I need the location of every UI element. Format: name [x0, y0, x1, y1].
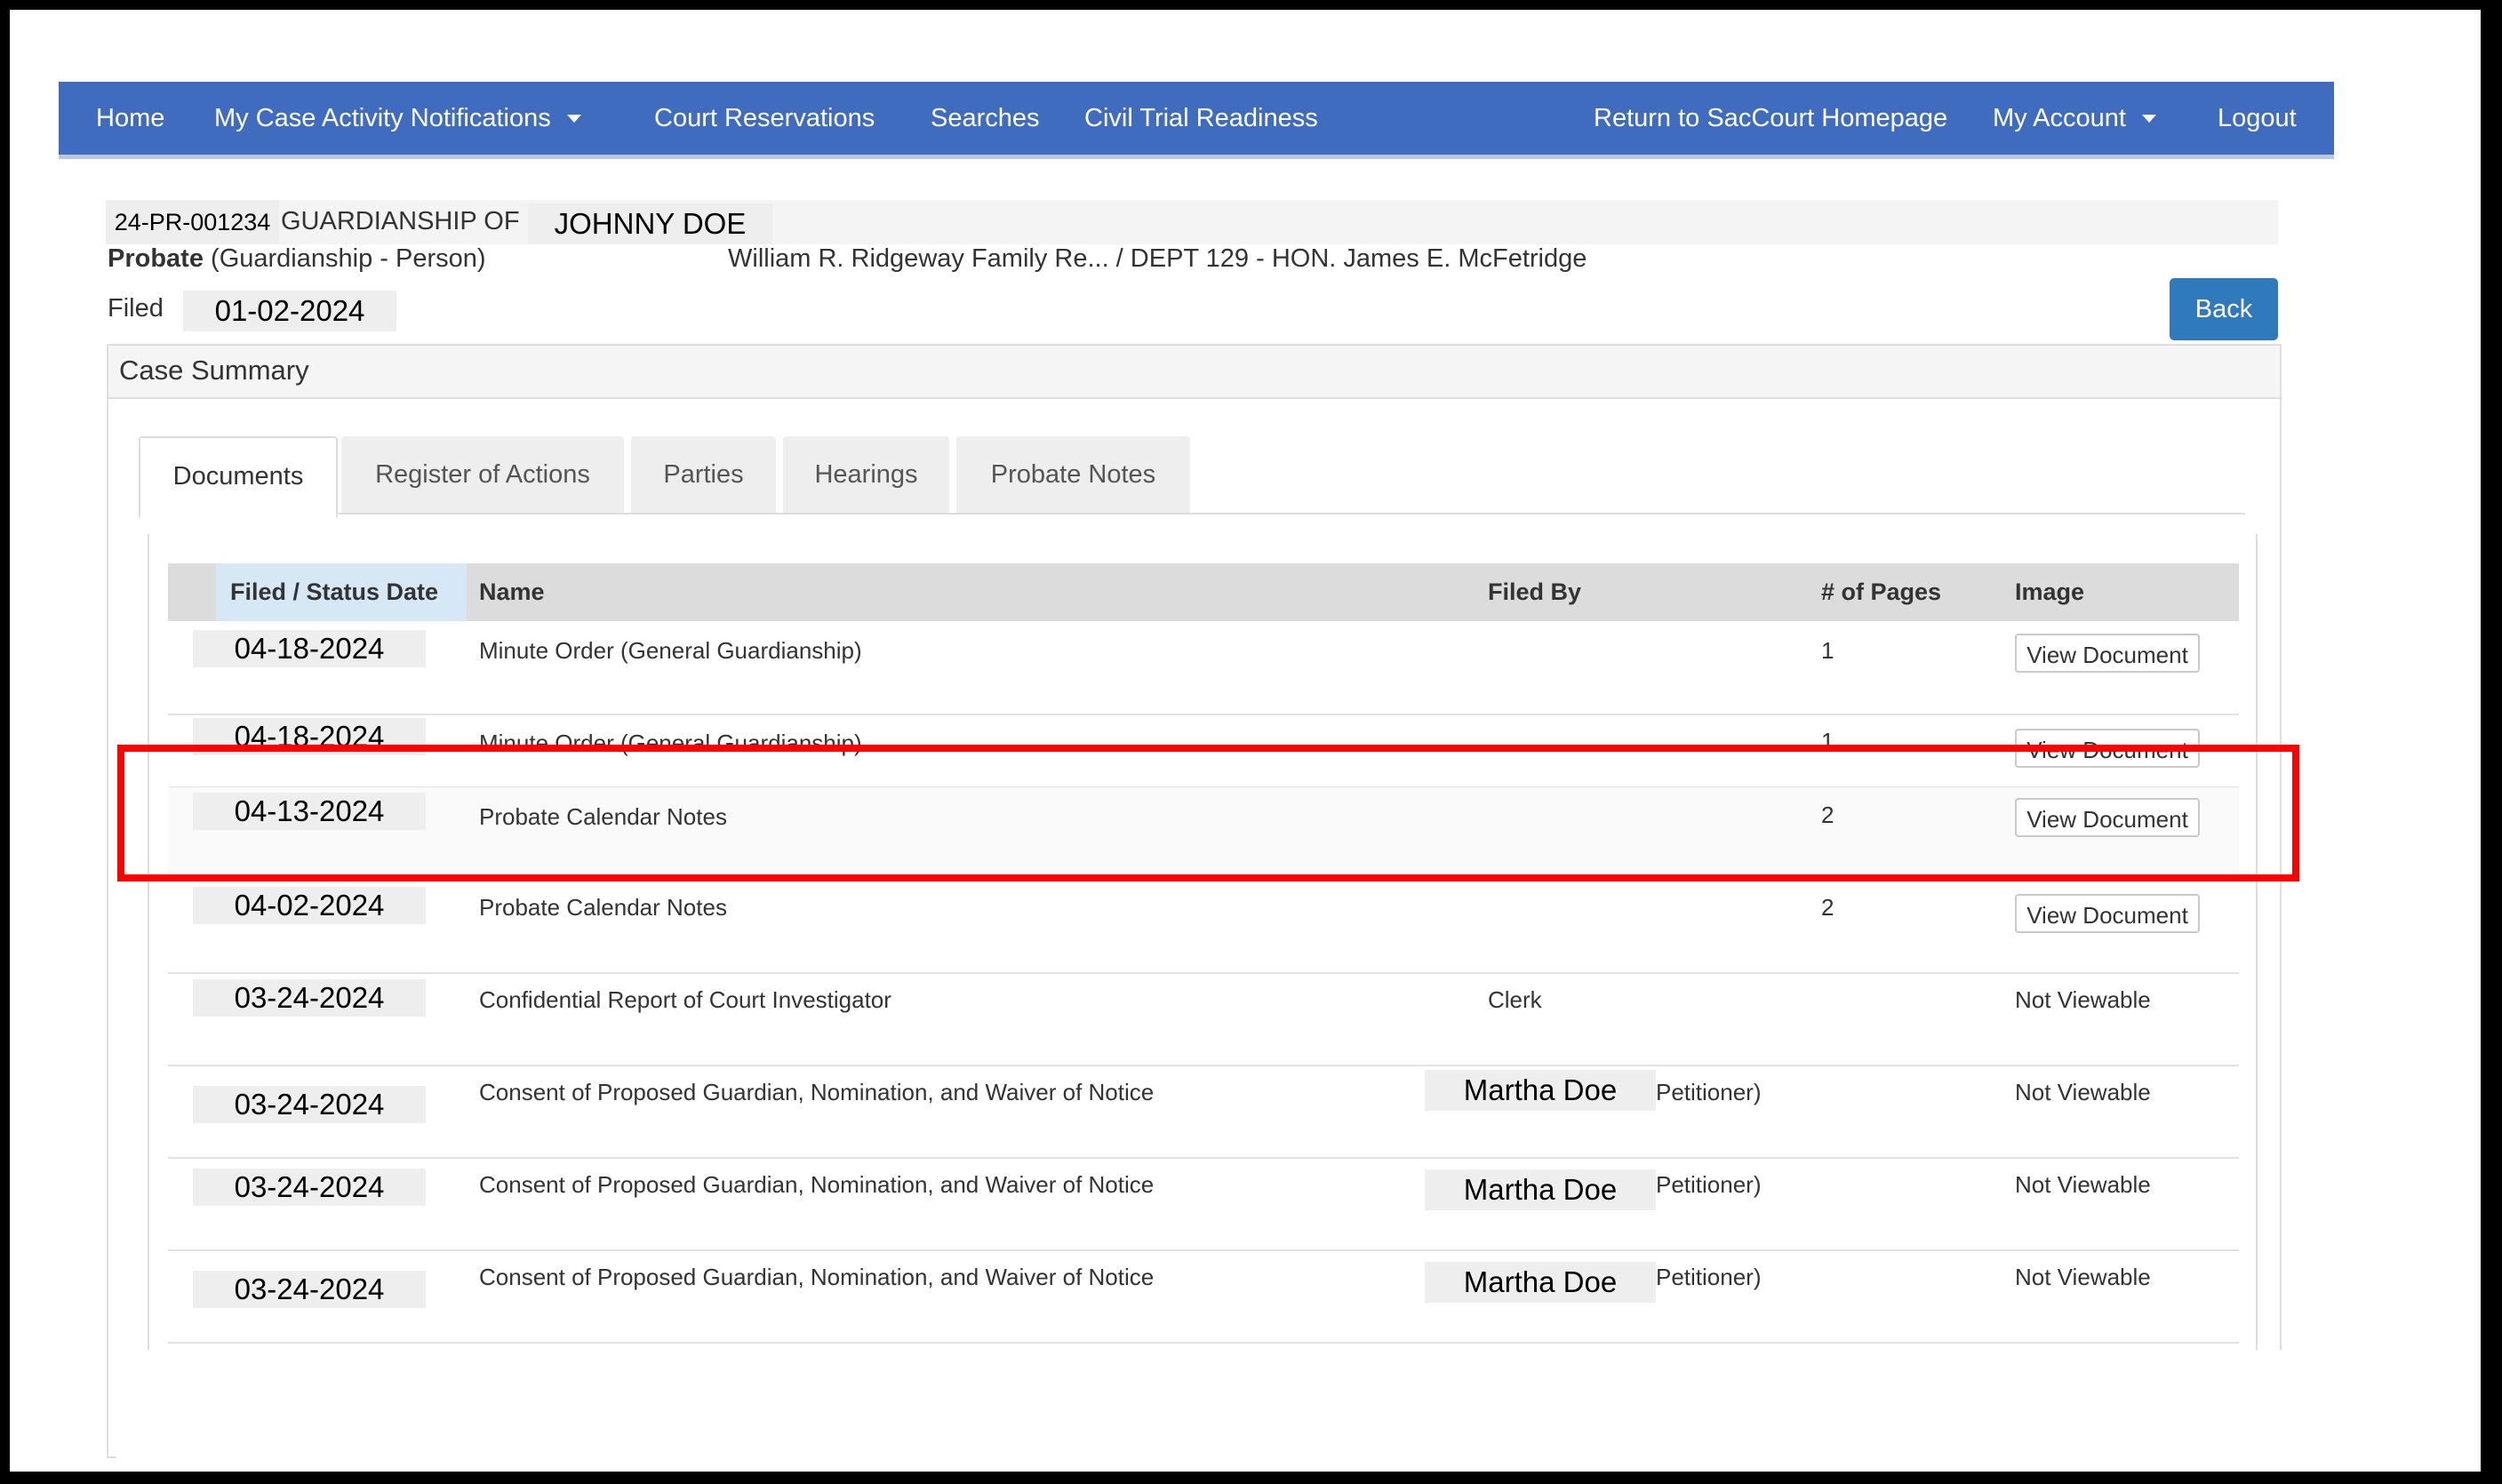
- row-image-status: Not Viewable: [2015, 986, 2151, 1013]
- column-header-name[interactable]: Name: [479, 563, 545, 621]
- row-filed-by-role: Petitioner): [1656, 1171, 1762, 1198]
- view-document-button[interactable]: View Document: [2015, 894, 2200, 933]
- row-date: 03-24-2024: [193, 979, 426, 1017]
- row-filed-by: Martha Doe: [1425, 1262, 1656, 1303]
- row-filed-by: Clerk: [1488, 986, 1542, 1013]
- case-type-detail: (Guardianship - Person): [211, 244, 486, 273]
- row-image-status: Not Viewable: [2015, 1171, 2151, 1198]
- row-document-name: Consent of Proposed Guardian, Nomination…: [479, 1264, 1155, 1290]
- nav-court-reservations-link[interactable]: Court Reservations: [654, 82, 875, 155]
- row-date: 03-24-2024: [193, 1271, 426, 1308]
- row-image-status: Not Viewable: [2015, 1264, 2151, 1290]
- case-type: Probate (Guardianship - Person): [108, 244, 486, 274]
- row-date: 03-24-2024: [193, 1086, 426, 1123]
- case-title-prefix: GUARDIANSHIP OF: [281, 207, 520, 235]
- page-frame: Home My Case Activity Notifications Cour…: [10, 10, 2481, 1472]
- case-number: 24-PR-001234: [106, 200, 279, 244]
- chevron-down-icon: [2141, 115, 2156, 123]
- filed-label: Filed: [108, 294, 164, 323]
- top-navbar: Home My Case Activity Notifications Cour…: [59, 82, 2334, 159]
- row-date: 03-24-2024: [193, 1169, 426, 1206]
- tab-register-of-actions[interactable]: Register of Actions: [341, 436, 624, 513]
- row-date: 04-18-2024: [193, 630, 426, 667]
- column-header-filed-by[interactable]: Filed By: [1488, 563, 1581, 621]
- table-row: 03-24-2024 Consent of Proposed Guardian,…: [168, 1157, 2239, 1251]
- nav-logout-link[interactable]: Logout: [2218, 82, 2297, 155]
- row-pages: 1: [1821, 637, 1835, 664]
- case-location: William R. Ridgeway Family Re... / DEPT …: [728, 244, 1587, 273]
- annotation-highlight-box: [117, 745, 2299, 882]
- column-header-pages[interactable]: # of Pages: [1821, 563, 1941, 621]
- cropped-area: [116, 1350, 2303, 1472]
- row-filed-by: Martha Doe: [1425, 1070, 1656, 1111]
- table-row: 03-24-2024 Confidential Report of Court …: [168, 972, 2239, 1066]
- tab-hearings[interactable]: Hearings: [783, 436, 949, 513]
- case-type-bold: Probate: [108, 244, 204, 273]
- row-pages: 2: [1821, 894, 1835, 921]
- table-row: 04-18-2024 Minute Order (General Guardia…: [168, 623, 2239, 715]
- nav-civil-trial-readiness-link[interactable]: Civil Trial Readiness: [1084, 82, 1318, 155]
- table-row: 03-24-2024 Consent of Proposed Guardian,…: [168, 1249, 2239, 1344]
- nav-searches-link[interactable]: Searches: [931, 82, 1040, 155]
- chevron-down-icon: [566, 115, 581, 123]
- tab-documents[interactable]: Documents: [139, 436, 338, 518]
- row-image-status: Not Viewable: [2015, 1079, 2151, 1105]
- view-document-button[interactable]: View Document: [2015, 634, 2200, 673]
- filed-date: 01-02-2024: [183, 291, 396, 331]
- nav-notifications-dropdown[interactable]: My Case Activity Notifications: [214, 82, 581, 155]
- tab-parties[interactable]: Parties: [631, 436, 776, 513]
- panel-title: Case Summary: [119, 355, 309, 386]
- row-filed-by-role: Petitioner): [1656, 1264, 1762, 1290]
- row-date: 04-02-2024: [193, 887, 426, 924]
- case-party-name: JOHNNY DOE: [528, 203, 772, 244]
- nav-my-account-dropdown[interactable]: My Account: [1993, 82, 2156, 155]
- column-header-image[interactable]: Image: [2015, 563, 2084, 621]
- row-document-name: Consent of Proposed Guardian, Nomination…: [479, 1079, 1155, 1105]
- nav-notifications-label: My Case Activity Notifications: [214, 104, 551, 132]
- nav-my-account-label: My Account: [1993, 104, 2126, 132]
- column-header-date[interactable]: Filed / Status Date: [216, 563, 467, 621]
- tabs-divider: [139, 513, 2245, 515]
- back-button[interactable]: Back: [2170, 278, 2278, 340]
- documents-table-header: Filed / Status Date Name Filed By # of P…: [168, 563, 2239, 621]
- row-document-name: Consent of Proposed Guardian, Nomination…: [479, 1171, 1155, 1198]
- table-row: 03-24-2024 Consent of Proposed Guardian,…: [168, 1065, 2239, 1159]
- nav-home-link[interactable]: Home: [96, 82, 164, 155]
- row-document-name: Probate Calendar Notes: [479, 894, 727, 921]
- row-document-name: Minute Order (General Guardianship): [479, 637, 862, 664]
- nav-return-homepage-link[interactable]: Return to SacCourt Homepage: [1594, 82, 1947, 155]
- row-document-name: Confidential Report of Court Investigato…: [479, 986, 891, 1013]
- row-filed-by-role: Petitioner): [1656, 1079, 1762, 1105]
- table-row: 04-02-2024 Probate Calendar Notes 2 View…: [168, 880, 2239, 974]
- row-filed-by: Martha Doe: [1425, 1169, 1656, 1210]
- tab-probate-notes[interactable]: Probate Notes: [956, 436, 1190, 513]
- panel-heading: Case Summary: [108, 346, 2280, 399]
